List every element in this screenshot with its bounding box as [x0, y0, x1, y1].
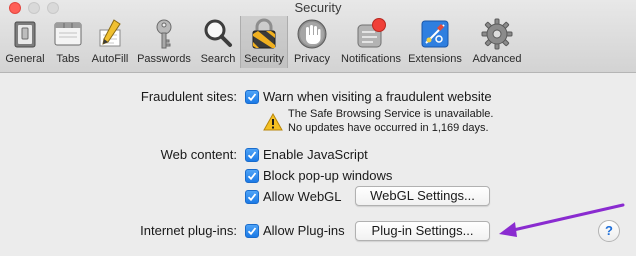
notifications-badge-icon: [357, 18, 386, 48]
warning-triangle-icon: [263, 113, 283, 131]
internet-plugins-label: Internet plug-ins:: [140, 223, 237, 238]
safe-browsing-warning-line-1: The Safe Browsing Service is unavailable…: [288, 108, 494, 120]
tab-notifications[interactable]: Notifications: [336, 16, 406, 68]
block-popups-label: Block pop-up windows: [263, 168, 393, 183]
enable-javascript-checkbox[interactable]: [245, 148, 259, 162]
allow-plugins-label: Allow Plug-ins: [263, 223, 345, 238]
window-titlebar: Security General Tabs AutoFill Passwords…: [0, 0, 636, 73]
general-switch-icon: [14, 21, 36, 48]
tab-tabs[interactable]: Tabs: [50, 16, 86, 68]
warn-fraudulent-label: Warn when visiting a fraudulent website: [263, 89, 492, 104]
tab-passwords[interactable]: Passwords: [134, 16, 194, 68]
tab-tabs-label: Tabs: [56, 53, 80, 65]
tab-autofill[interactable]: AutoFill: [88, 16, 132, 68]
preferences-toolbar: General Tabs AutoFill Passwords Search S…: [0, 14, 636, 70]
allow-webgl-label: Allow WebGL: [263, 189, 342, 204]
tab-privacy-label: Privacy: [293, 53, 331, 65]
tab-autofill-label: AutoFill: [91, 53, 129, 65]
tab-advanced-label: Advanced: [472, 53, 522, 65]
magnifier-icon: [204, 19, 232, 47]
gear-icon: [481, 18, 513, 50]
tab-general[interactable]: General: [4, 16, 46, 68]
tab-extensions[interactable]: Extensions: [407, 16, 463, 68]
tab-general-label: General: [5, 53, 45, 65]
tab-extensions-label: Extensions: [408, 53, 462, 65]
key-icon: [156, 19, 172, 49]
webgl-settings-button[interactable]: WebGL Settings...: [355, 186, 490, 206]
help-button[interactable]: ?: [598, 220, 620, 242]
warn-fraudulent-checkbox[interactable]: [245, 90, 259, 104]
tab-search[interactable]: Search: [197, 16, 239, 68]
tabs-window-icon: [54, 22, 82, 46]
allow-plugins-checkbox[interactable]: [245, 224, 259, 238]
tab-passwords-label: Passwords: [137, 53, 191, 65]
tab-security-label: Security: [244, 53, 284, 65]
puzzle-icon: [421, 20, 449, 48]
hand-icon: [297, 19, 327, 49]
plugin-settings-button[interactable]: Plug-in Settings...: [355, 221, 490, 241]
tab-privacy[interactable]: Privacy: [290, 16, 334, 68]
autofill-pencil-icon: [99, 19, 121, 47]
tab-notifications-label: Notifications: [341, 53, 401, 65]
tab-advanced[interactable]: Advanced: [468, 16, 526, 68]
fraudulent-sites-label: Fraudulent sites:: [140, 89, 237, 104]
safe-browsing-warning-line-2: No updates have occurred in 1,169 days.: [288, 122, 489, 134]
security-preferences-pane: Fraudulent sites: Warn when visiting a f…: [0, 73, 636, 256]
enable-javascript-label: Enable JavaScript: [263, 147, 368, 162]
web-content-label: Web content:: [160, 147, 237, 162]
block-popups-checkbox[interactable]: [245, 169, 259, 183]
tab-security[interactable]: Security: [240, 16, 288, 68]
allow-webgl-checkbox[interactable]: [245, 190, 259, 204]
padlock-icon: [252, 18, 276, 49]
tab-search-label: Search: [200, 53, 236, 65]
